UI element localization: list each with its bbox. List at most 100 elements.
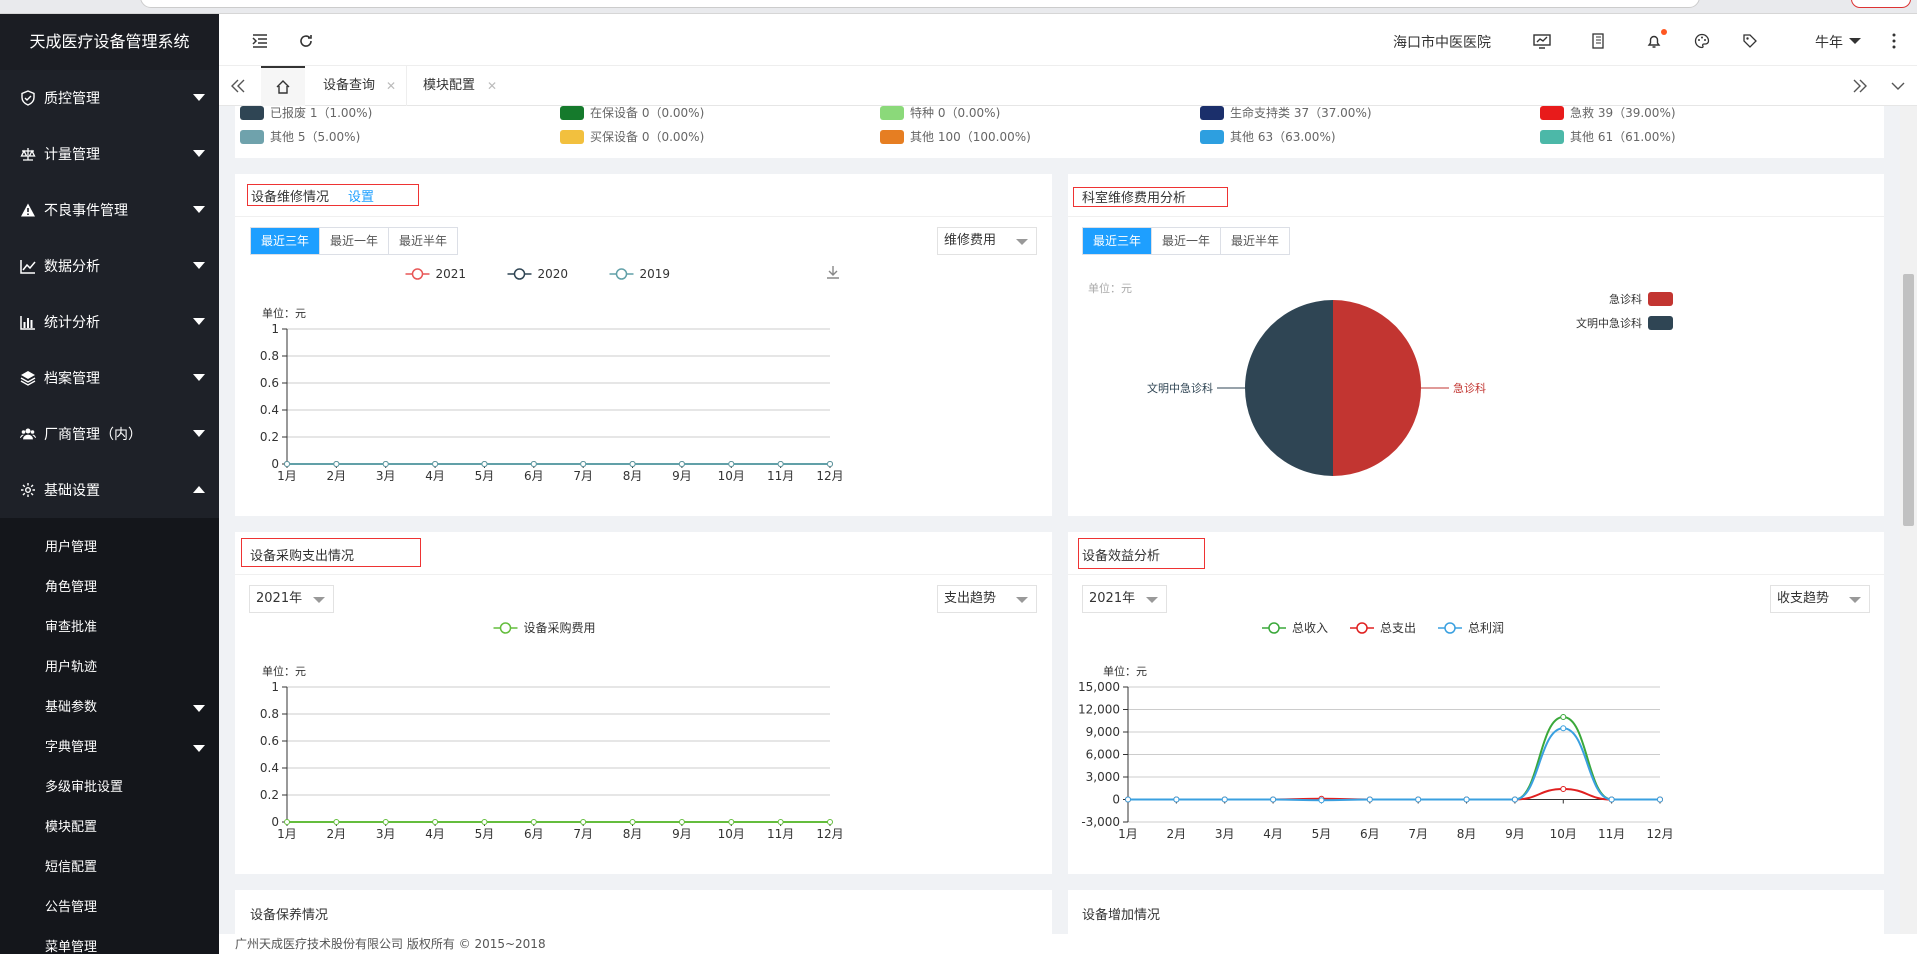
repair-metric-select[interactable]: 维修费用 [937, 227, 1037, 255]
sidebar-item-2[interactable]: 不良事件管理 [0, 182, 219, 238]
range-3y-button[interactable]: 最近三年 [1083, 228, 1153, 254]
tabs-dropdown-icon[interactable] [1889, 77, 1907, 95]
submenu-item-6[interactable]: 多级审批设置 [0, 768, 219, 808]
sidebar-item-5[interactable]: 档案管理 [0, 350, 219, 406]
sidebar-item-1[interactable]: 计量管理 [0, 126, 219, 182]
data-point [629, 819, 636, 825]
purchase-trend-select[interactable]: 支出趋势 [937, 585, 1037, 613]
range-1y-button[interactable]: 最近一年 [320, 228, 390, 254]
submenu-item-0[interactable]: 用户管理 [0, 528, 219, 568]
submenu-item-4[interactable]: 基础参数 [0, 688, 219, 728]
submenu-item-9[interactable]: 公告管理 [0, 888, 219, 928]
sidebar-item-3[interactable]: 数据分析 [0, 238, 219, 294]
submenu-item-3[interactable]: 用户轨迹 [0, 648, 219, 688]
legend-item[interactable]: 其他 61（61.00%) [1540, 128, 1676, 145]
benefit-title: 设备效益分析 [1082, 549, 1161, 564]
x-tick-label: 2月 [327, 469, 347, 483]
legend-item[interactable]: 买保设备 0（0.00%) [560, 128, 704, 145]
submenu-item-8[interactable]: 短信配置 [0, 848, 219, 888]
close-icon[interactable]: ✕ [487, 66, 497, 106]
tab-module-config[interactable]: 模块配置 ✕ [409, 66, 507, 106]
user-menu[interactable]: 牛年 [1815, 32, 1843, 52]
tab-device-query[interactable]: 设备查询 ✕ [309, 66, 407, 106]
collapse-menu-icon[interactable] [251, 32, 269, 50]
legend-label: 文明中急诊科 [1576, 316, 1642, 330]
repair-title: 设备维修情况 [251, 190, 330, 205]
monitor-icon[interactable] [1533, 32, 1551, 50]
repair-range-tabs: 最近三年 最近一年 最近半年 [250, 227, 459, 255]
range-1y-button[interactable]: 最近一年 [1152, 228, 1222, 254]
sidebar-item-4[interactable]: 统计分析 [0, 294, 219, 350]
chevron-down-icon [193, 318, 205, 325]
x-tick-label: 5月 [475, 469, 495, 483]
pie-slice-label: 文明中急诊科 [1147, 381, 1213, 395]
submenu-item-label: 用户管理 [45, 540, 98, 555]
range-3y-button[interactable]: 最近三年 [251, 228, 321, 254]
tab-home[interactable] [261, 66, 305, 106]
range-6m-button[interactable]: 最近半年 [389, 228, 458, 254]
data-point [333, 461, 340, 467]
data-point [1125, 796, 1131, 803]
sidebar-menu: 质控管理 计量管理 不良事件管理 数据分析 统计分析 档案管理 厂商管理（内） 基础设置 [0, 70, 219, 518]
purchase-year-select[interactable]: 2021年 [249, 585, 334, 613]
legend-item[interactable]: 其他 5（5.00%) [240, 128, 360, 145]
chevron-down-icon [193, 430, 205, 437]
benefit-trend-select[interactable]: 收支趋势 [1770, 585, 1870, 613]
browser-profile-button[interactable] [1851, 0, 1911, 8]
legend-item[interactable]: 在保设备 0（0.00%) [560, 104, 704, 121]
tabs-scroll-left-icon[interactable] [229, 77, 247, 95]
bell-icon[interactable] [1645, 29, 1667, 50]
sidebar-item-6[interactable]: 厂商管理（内） [0, 406, 219, 462]
legend-label: 其他 100（100.00%) [910, 130, 1031, 144]
repair-metric-value: 维修费用 [944, 233, 997, 248]
y-tick-label: 15,000 [1078, 680, 1120, 694]
legend-item[interactable]: 其他 100（100.00%) [880, 128, 1031, 145]
scrollbar-thumb[interactable] [1903, 274, 1914, 526]
footer: 广州天成医疗技术股份有限公司 版权所有 © 2015~2018 [219, 934, 1917, 954]
address-bar[interactable] [140, 0, 1700, 8]
submenu-item-7[interactable]: 模块配置 [0, 808, 219, 848]
data-point [678, 461, 685, 467]
refresh-icon[interactable] [297, 32, 315, 50]
submenu-item-label: 审查批准 [45, 620, 98, 635]
sidebar-item-7[interactable]: 基础设置 [0, 462, 219, 518]
y-tick-label: 0.6 [260, 734, 279, 748]
tag-icon[interactable] [1741, 32, 1759, 50]
legend-item[interactable]: 已报废 1（1.00%) [240, 104, 372, 121]
device-increase-card: 设备增加情况 [1068, 890, 1884, 934]
submenu-item-5[interactable]: 字典管理 [0, 728, 219, 768]
more-vertical-icon[interactable] [1885, 32, 1903, 50]
tabs-scroll-right-icon[interactable] [1851, 77, 1869, 95]
chevron-down-icon [193, 94, 205, 101]
repair-settings-link[interactable]: 设置 [348, 186, 374, 205]
bar-chart-icon [20, 314, 36, 330]
palette-icon[interactable] [1693, 32, 1711, 50]
purchase-title: 设备采购支出情况 [250, 549, 355, 564]
legend-item[interactable]: 其他 63（63.00%) [1200, 128, 1336, 145]
users-icon [20, 426, 36, 442]
legend-item: 2020 [507, 267, 568, 281]
data-point [333, 819, 340, 825]
legend-item[interactable]: 急救 39（39.00%) [1540, 104, 1676, 121]
legend-item[interactable]: 特种 0（0.00%) [880, 104, 1000, 121]
x-tick-label: 4月 [425, 469, 445, 483]
range-6m-button[interactable]: 最近半年 [1221, 228, 1290, 254]
submenu-item-label: 用户轨迹 [45, 660, 98, 675]
close-icon[interactable]: ✕ [386, 66, 396, 106]
y-tick-label: 9,000 [1086, 725, 1120, 739]
legend-item[interactable]: 生命支持类 37（37.00%) [1200, 104, 1372, 121]
submenu-item-10[interactable]: 菜单管理 [0, 928, 219, 954]
notebook-icon[interactable] [1589, 32, 1607, 50]
submenu-item-1[interactable]: 角色管理 [0, 568, 219, 608]
submenu-item-2[interactable]: 审查批准 [0, 608, 219, 648]
x-tick-label: 7月 [1408, 827, 1428, 841]
legend-label: 2021 [436, 267, 467, 281]
x-tick-label: 3月 [1215, 827, 1235, 841]
page-scrollbar[interactable] [1900, 106, 1917, 934]
benefit-year-select[interactable]: 2021年 [1082, 585, 1167, 613]
y-tick-label: 0.2 [260, 788, 279, 802]
hospital-name[interactable]: 海口市中医医院 [1393, 32, 1491, 52]
sidebar-item-0[interactable]: 质控管理 [0, 70, 219, 126]
legend-label: 其他 5（5.00%) [270, 130, 361, 144]
user-menu-caret-icon[interactable] [1849, 38, 1861, 44]
